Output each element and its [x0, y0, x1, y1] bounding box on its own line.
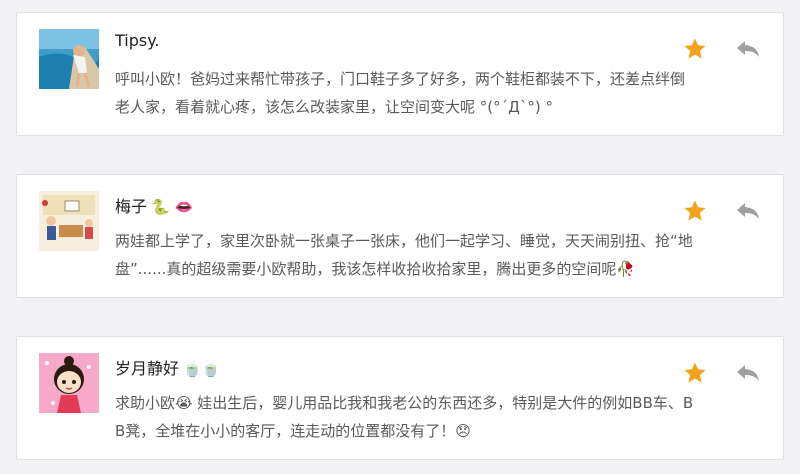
avatar[interactable]	[39, 191, 99, 251]
avatar[interactable]	[39, 29, 99, 89]
favorite-star-icon[interactable]	[683, 361, 709, 385]
comment-text: 两娃都上学了，家里次卧就一张桌子一张床，他们一起学习、睡觉，天天闹别扭、抢“地 …	[115, 232, 693, 278]
avatar[interactable]	[39, 353, 99, 413]
commenter-name[interactable]: Tipsy.	[115, 31, 160, 50]
favorite-star-icon[interactable]	[683, 199, 709, 223]
comment-card: 梅子 🐍 👄 两娃都上学了，家里次卧就一张桌子一张床，他们一起学习、睡觉，天天闹别…	[16, 174, 784, 298]
comment-card: Tipsy. 呼叫小欧！爸妈过来帮忙带孩子，门口鞋子多了好多，两个鞋柜都装不下，…	[16, 12, 784, 136]
comment-text: 求助小欧😭 娃出生后，婴儿用品比我和我老公的东西还多，特别是大件的例如BB车、B…	[115, 394, 694, 440]
cartoon-family-avatar	[39, 191, 99, 251]
commenter-name[interactable]: 岁月静好 🍵🍵	[115, 355, 220, 379]
cartoon-girl-avatar	[39, 353, 99, 413]
comment-text: 呼叫小欧！爸妈过来帮忙带孩子，门口鞋子多了好多，两个鞋柜都装不下，还差点绊倒 老…	[115, 70, 686, 116]
beach-photo-avatar	[39, 29, 99, 89]
reply-icon[interactable]	[735, 361, 761, 385]
favorite-star-icon[interactable]	[683, 37, 709, 61]
commenter-name[interactable]: 梅子 🐍 👄	[115, 193, 193, 217]
reply-icon[interactable]	[735, 37, 761, 61]
name-emoji: 🍵🍵	[183, 360, 221, 378]
name-emoji: 🐍 👄	[151, 198, 194, 216]
comment-card: 岁月静好 🍵🍵 求助小欧😭 娃出生后，婴儿用品比我和我老公的东西还多，特别是大件的…	[16, 336, 784, 460]
reply-icon[interactable]	[735, 199, 761, 223]
